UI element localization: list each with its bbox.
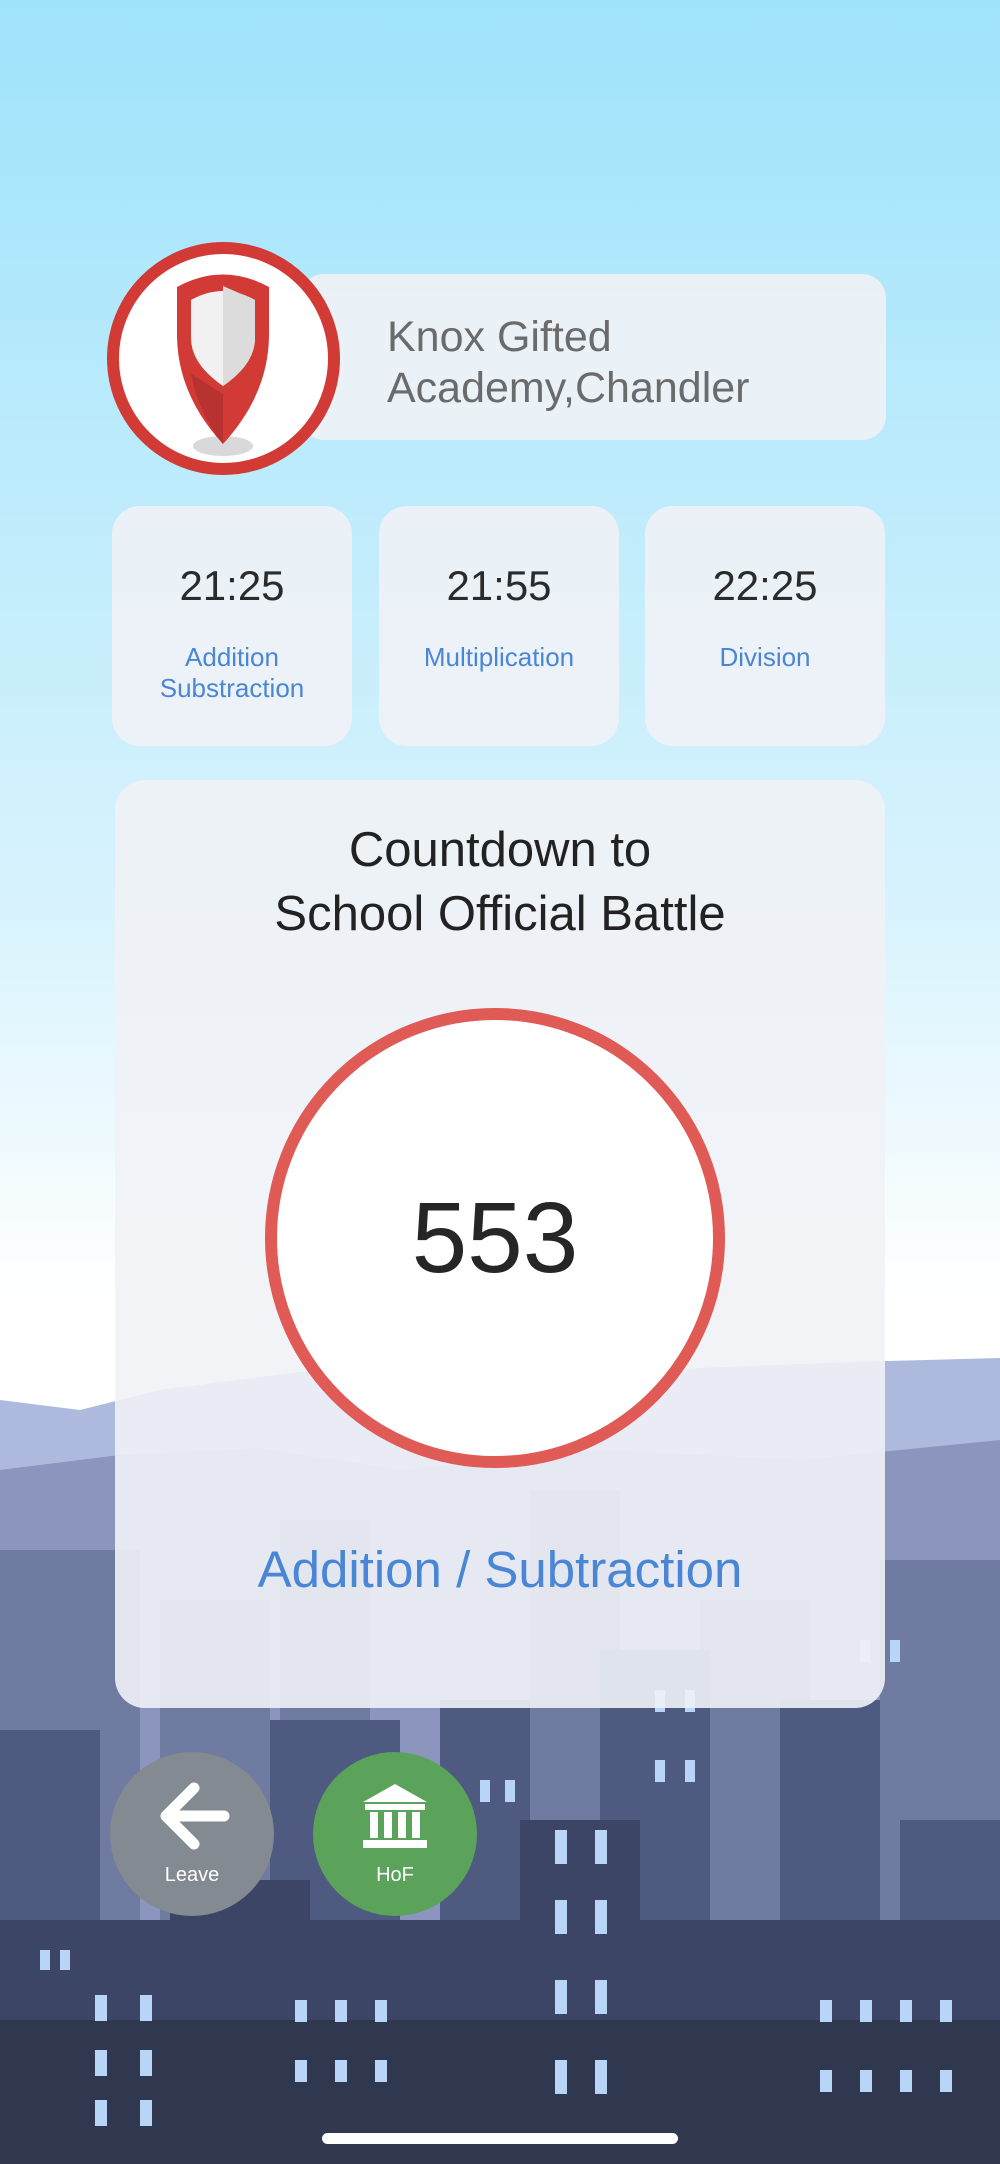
school-name: Knox Gifted Academy,Chandler [387, 312, 867, 414]
leave-label: Leave [164, 1864, 220, 1886]
shield-pin-icon [177, 274, 269, 456]
bank-icon [363, 1784, 427, 1848]
schedule-tile-multiplication: 21:55 Multiplication [379, 506, 619, 746]
countdown-title-line1: Countdown to [348, 823, 652, 877]
schedule-operation: Addition Substraction [112, 642, 352, 704]
schedule-tile-division: 22:25 Division [645, 506, 885, 746]
leave-button[interactable]: Leave [110, 1752, 274, 1916]
hof-label: HoF [376, 1864, 414, 1886]
schedule-operation: Division [645, 642, 885, 673]
schedule-op-line1: Multiplication [423, 642, 575, 672]
school-name-line1: Knox Gifted [387, 313, 612, 361]
schedule-time: 21:25 [179, 562, 285, 609]
countdown-title-line2: School Official Battle [274, 887, 726, 941]
school-badge [107, 242, 340, 475]
schedule-time: 22:25 [712, 562, 818, 609]
arrow-left-icon [160, 1782, 230, 1850]
home-indicator[interactable] [322, 2133, 678, 2144]
schedule-op-line2: Substraction [159, 673, 305, 703]
schedule-time: 21:55 [446, 562, 552, 609]
hof-button[interactable]: HoF [313, 1752, 477, 1916]
countdown-value: 553 [411, 1182, 579, 1294]
school-name-line2: Academy,Chandler [387, 364, 750, 412]
battle-mode-link[interactable]: Addition / Subtraction [115, 1540, 885, 1599]
schedule-operation: Multiplication [379, 642, 619, 673]
schedule-op-line1: Division [719, 642, 811, 672]
schedule-op-line1: Addition [185, 642, 279, 672]
countdown-title: Countdown to School Official Battle [115, 818, 885, 946]
schedule-tile-addition: 21:25 Addition Substraction [112, 506, 352, 746]
